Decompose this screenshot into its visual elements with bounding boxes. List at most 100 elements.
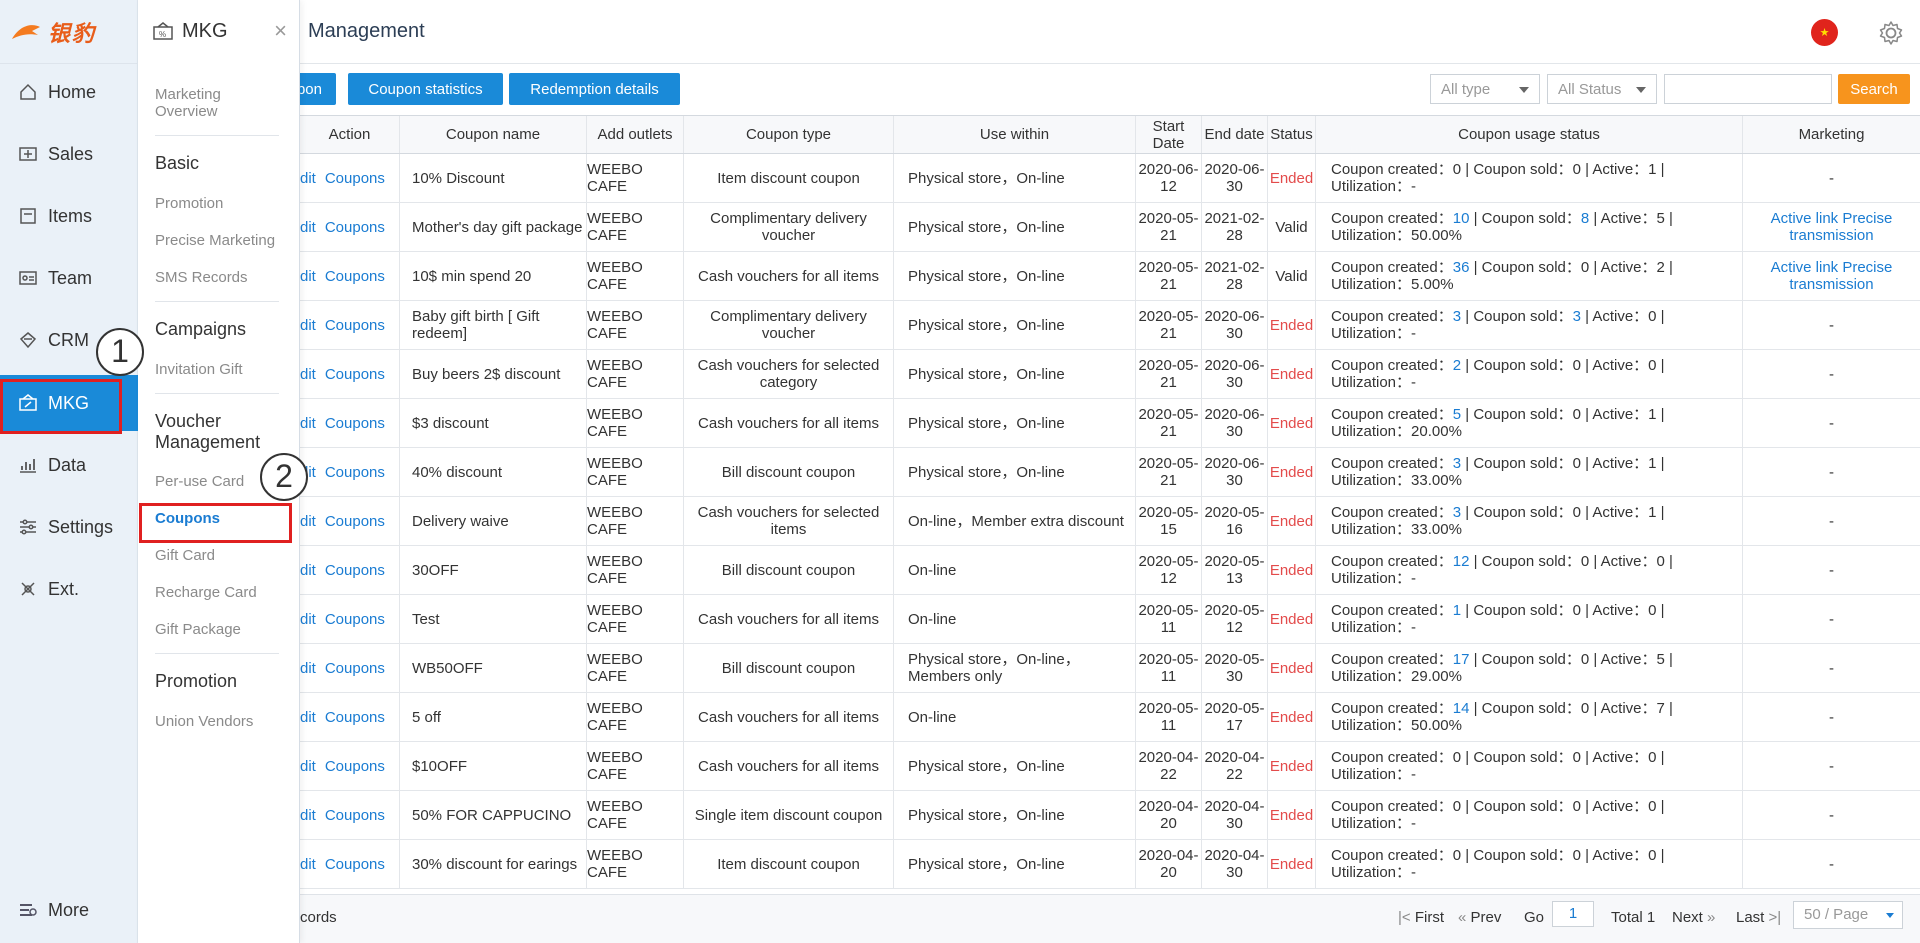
coupons-link[interactable]: Coupons (325, 219, 385, 236)
coupons-link[interactable]: Coupons (325, 611, 385, 628)
first-page-button[interactable]: |< First (1398, 909, 1444, 926)
nav-item-sales[interactable]: Sales (0, 126, 138, 182)
edit-link[interactable]: dit (300, 170, 316, 187)
usage-created-value[interactable]: 3 (1453, 504, 1461, 521)
submenu-gift-package[interactable]: Gift Package (155, 621, 241, 638)
usage-separator: | (1461, 455, 1474, 472)
search-input[interactable] (1664, 74, 1832, 104)
coupon-outlet: WEEBO CAFE (587, 301, 684, 349)
submenu-union-vendors[interactable]: Union Vendors (155, 713, 253, 730)
coupons-link[interactable]: Coupons (325, 562, 385, 579)
submenu-promotion[interactable]: Promotion (155, 195, 223, 212)
nav-item-home[interactable]: Home (0, 64, 138, 120)
usage-created-label: Coupon created： (1331, 308, 1453, 325)
usage-created-value[interactable]: 12 (1453, 553, 1470, 570)
submenu-gift-card[interactable]: Gift Card (155, 547, 215, 564)
submenu-recharge-card[interactable]: Recharge Card (155, 584, 257, 601)
usage-sold-value[interactable]: 8 (1581, 210, 1589, 227)
prev-page-button[interactable]: « Prev (1458, 909, 1501, 926)
usage-separator: | (1469, 651, 1482, 668)
edit-link[interactable]: dit (300, 415, 316, 432)
gear-icon[interactable] (1878, 20, 1904, 46)
edit-link[interactable]: dit (300, 366, 316, 383)
coupon-outlet: WEEBO CAFE (587, 693, 684, 741)
usage-created-value: 0 (1452, 798, 1462, 815)
edit-link[interactable]: dit (300, 758, 316, 775)
coupons-link[interactable]: Coupons (325, 268, 385, 285)
usage-separator: | (1461, 504, 1474, 521)
usage-sold-value: 0 (1580, 651, 1590, 668)
usage-created-value[interactable]: 17 (1453, 651, 1470, 668)
page-size-select[interactable]: 50 / Page (1793, 901, 1903, 929)
coupon-outlet: WEEBO CAFE (587, 252, 684, 300)
last-page-button[interactable]: Last >| (1736, 909, 1781, 926)
submenu-per-use-card[interactable]: Per-use Card (155, 473, 244, 490)
coupon-start-date: 2020-05-12 (1136, 546, 1202, 594)
submenu-invitation-gift[interactable]: Invitation Gift (155, 361, 243, 378)
next-page-button[interactable]: Next » (1672, 909, 1715, 926)
nav-item-more[interactable]: More (0, 882, 138, 938)
edit-link[interactable]: dit (300, 513, 316, 530)
marketing-actions[interactable]: Active link Precise transmission (1743, 203, 1920, 251)
coupons-link[interactable]: Coupons (325, 758, 385, 775)
coupon-type: Cash vouchers for selected category (684, 350, 894, 398)
coupons-link[interactable]: Coupons (325, 170, 385, 187)
edit-link[interactable]: dit (300, 660, 316, 677)
usage-created-value[interactable]: 14 (1453, 700, 1470, 717)
language-flag-icon[interactable]: ★ (1811, 19, 1838, 46)
nav-item-team[interactable]: Team (0, 250, 138, 306)
status-select[interactable]: All Status (1547, 74, 1657, 104)
usage-created-value[interactable]: 1 (1453, 602, 1461, 619)
coupons-link[interactable]: Coupons (325, 513, 385, 530)
coupons-link[interactable]: Coupons (325, 415, 385, 432)
coupons-link[interactable]: Coupons (325, 807, 385, 824)
usage-created-value[interactable]: 3 (1453, 455, 1461, 472)
nav-item-items[interactable]: Items (0, 188, 138, 244)
redemption-details-button[interactable]: Redemption details (509, 73, 680, 105)
nav-item-mkg[interactable]: MKG (0, 375, 138, 431)
edit-link[interactable]: dit (300, 709, 316, 726)
submenu-sms-records[interactable]: SMS Records (155, 269, 248, 286)
coupon-statistics-button[interactable]: Coupon statistics (348, 73, 503, 105)
submenu-marketing-overview[interactable]: Marketing Overview (155, 86, 285, 120)
usage-created-value[interactable]: 10 (1453, 210, 1470, 227)
edit-link[interactable]: dit (300, 856, 316, 873)
edit-link[interactable]: dit (300, 562, 316, 579)
row-actions: dit Coupons (300, 350, 400, 398)
nav-item-ext[interactable]: Ext. (0, 561, 138, 617)
coupons-link[interactable]: Coupons (325, 709, 385, 726)
edit-link[interactable]: dit (300, 807, 316, 824)
page-number-input[interactable]: 1 (1552, 901, 1594, 927)
coupons-link[interactable]: Coupons (325, 366, 385, 383)
nav-item-settings[interactable]: Settings (0, 499, 138, 555)
usage-created-label: Coupon created： (1331, 406, 1453, 423)
coupons-link[interactable]: Coupons (325, 464, 385, 481)
submenu-coupons[interactable]: Coupons (155, 510, 220, 527)
usage-separator: | (1461, 357, 1474, 374)
close-icon[interactable]: × (274, 18, 287, 44)
nav-item-data[interactable]: Data (0, 437, 138, 493)
coupons-link[interactable]: Coupons (325, 317, 385, 334)
edit-link[interactable]: dit (300, 317, 316, 334)
coupon-end-date: 2020-06-30 (1202, 350, 1268, 398)
row-actions: dit Coupons (300, 154, 400, 202)
edit-link[interactable]: dit (300, 219, 316, 236)
usage-created-value[interactable]: 36 (1453, 259, 1470, 276)
search-button[interactable]: Search (1838, 74, 1910, 104)
submenu-precise-marketing[interactable]: Precise Marketing (155, 232, 275, 249)
coupon-use-within: Physical store，On-line (894, 791, 1136, 839)
first-page-label: First (1414, 909, 1444, 926)
coupons-link[interactable]: Coupons (325, 856, 385, 873)
nav-item-label: Team (48, 267, 93, 288)
usage-sold-value[interactable]: 3 (1573, 308, 1581, 325)
usage-created-value[interactable]: 5 (1453, 406, 1461, 423)
usage-created-value[interactable]: 2 (1453, 357, 1461, 374)
usage-created-value[interactable]: 3 (1453, 308, 1461, 325)
edit-link[interactable]: dit (300, 268, 316, 285)
top-bar: Management ★ (300, 0, 1920, 64)
marketing-actions[interactable]: Active link Precise transmission (1743, 252, 1920, 300)
coupons-link[interactable]: Coupons (325, 660, 385, 677)
edit-link[interactable]: dit (300, 611, 316, 628)
type-select[interactable]: All type (1430, 74, 1540, 104)
usage-created-label: Coupon created： (1331, 504, 1453, 521)
